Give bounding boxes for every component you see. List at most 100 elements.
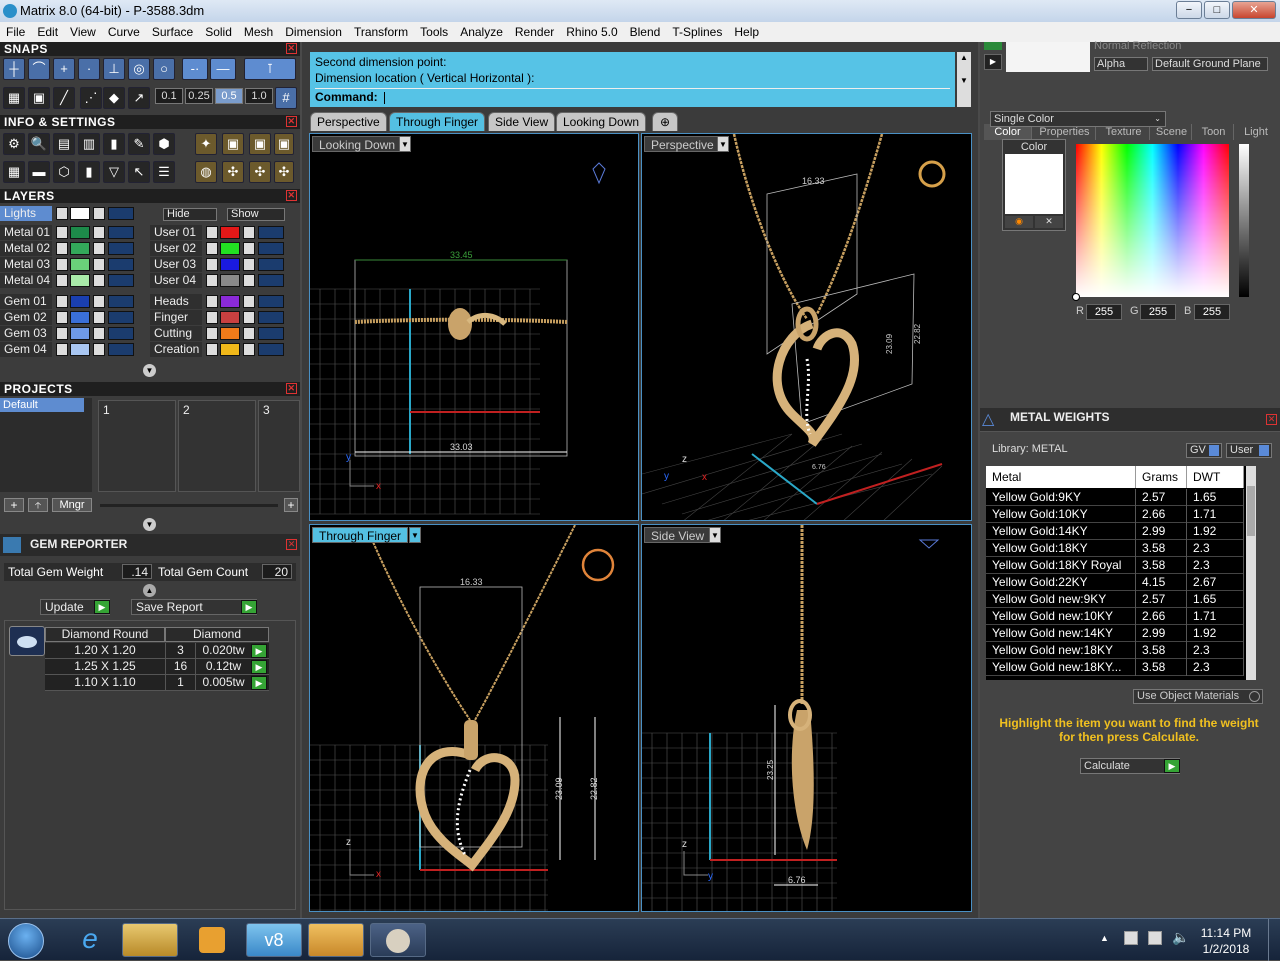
project-slot-2[interactable]: 2 (178, 400, 256, 492)
brightness-slider[interactable] (1239, 144, 1249, 297)
calculate-button[interactable]: Calculate ▶ (1080, 758, 1180, 774)
metal-row[interactable]: Yellow Gold:10KY 2.66 1.71 (986, 506, 1244, 523)
layer-visible-icon[interactable] (258, 327, 284, 340)
command-line[interactable]: Command: (315, 88, 950, 105)
project-manager-button[interactable]: Mngr (52, 498, 92, 512)
menu-file[interactable]: File (0, 22, 31, 42)
paint-icon[interactable] (370, 923, 426, 957)
col-grams[interactable]: Grams (1136, 466, 1187, 488)
menu-dimension[interactable]: Dimension (279, 22, 348, 42)
viewport-looking-down[interactable]: 33.45 33.03 y x Looking Down ▼ (309, 133, 639, 521)
metal-weights-scroll-thumb[interactable] (1247, 486, 1255, 536)
menu-solid[interactable]: Solid (199, 22, 238, 42)
project-add-button[interactable]: + (4, 498, 24, 512)
project-slot-1[interactable]: 1 (98, 400, 176, 492)
layers-close-icon[interactable]: ✕ (286, 190, 297, 201)
metal-row[interactable]: Yellow Gold:22KY 4.15 2.67 (986, 574, 1244, 591)
project-slider[interactable] (100, 504, 278, 507)
layer-color-swatch[interactable] (220, 274, 240, 287)
layer-play-icon[interactable] (206, 226, 218, 239)
save-report-button[interactable]: Save Report ▶ (131, 599, 257, 615)
layer-row[interactable]: Gem 04 (0, 342, 140, 357)
palette-icon[interactable]: ◉ (1005, 216, 1033, 228)
layer-visible-icon[interactable] (258, 226, 284, 239)
menu-analyze[interactable]: Analyze (454, 22, 509, 42)
r-input[interactable]: 255 (1086, 304, 1122, 320)
projects-collapse-icon[interactable]: ▼ (143, 518, 156, 531)
layer-color-swatch[interactable] (70, 343, 90, 356)
layer-visible-icon[interactable] (108, 327, 134, 340)
info-close-icon[interactable]: ✕ (286, 116, 297, 127)
tab-add-icon[interactable]: ⊕ (652, 112, 678, 131)
layer-visible-icon[interactable] (108, 226, 134, 239)
tab-through-finger[interactable]: Through Finger (389, 112, 486, 131)
layer-play-icon[interactable] (56, 327, 68, 340)
action-center-icon[interactable] (1124, 931, 1138, 945)
layer-row[interactable]: Metal 01 (0, 225, 140, 240)
project-default[interactable]: Default (0, 398, 84, 412)
purple-cube-icon[interactable]: ⬢ (153, 133, 175, 155)
list-icon[interactable]: ☰ (153, 161, 175, 183)
metal-row[interactable]: Yellow Gold new:9KY 2.57 1.65 (986, 591, 1244, 608)
zoom-icon[interactable]: 🔍 (28, 133, 50, 155)
network-icon[interactable] (1148, 931, 1162, 945)
layer-lock-icon[interactable] (93, 343, 105, 356)
layer-row[interactable]: Metal 02 (0, 241, 140, 256)
color-picker-spectrum[interactable] (1072, 144, 1229, 301)
layer-stack-icon[interactable]: ▤ (53, 133, 75, 155)
ring-tool-4-icon[interactable]: ✣ (274, 161, 294, 183)
metal-row[interactable]: Yellow Gold:18KY Royal 3.58 2.3 (986, 557, 1244, 574)
layer-visible-icon[interactable] (108, 242, 134, 255)
metal-row[interactable]: Yellow Gold new:10KY 2.66 1.71 (986, 608, 1244, 625)
pen-icon[interactable]: ╱ (53, 87, 75, 109)
layer-play-icon[interactable] (206, 258, 218, 271)
clock[interactable]: 11:14 PM 1/2/2018 (1196, 925, 1256, 957)
grid-icon[interactable]: ▦ (3, 87, 25, 109)
volume-icon[interactable]: 🔈 (1172, 929, 1189, 946)
shield-icon[interactable]: ⬡ (53, 161, 75, 183)
persp-dropdown-icon[interactable]: ▼ (717, 136, 729, 152)
box-icon[interactable]: ▥ (78, 133, 100, 155)
layer-color-swatch[interactable] (220, 295, 240, 308)
layer-visible-icon[interactable] (258, 295, 284, 308)
project-slot-3[interactable]: 3 (258, 400, 300, 492)
gem-row[interactable]: 1.20 X 1.20 3 0.020tw ▶ (45, 643, 269, 659)
snap-value-3[interactable]: 1.0 (245, 88, 273, 104)
layer-play-icon[interactable] (56, 242, 68, 255)
layer-play-icon[interactable] (56, 295, 68, 308)
tray-expand-icon[interactable]: ▲ (1100, 933, 1109, 943)
sv-dropdown-icon[interactable]: ▼ (709, 527, 721, 543)
gold-tool-icon[interactable]: ▣ (222, 133, 244, 155)
layer-color-swatch[interactable] (220, 242, 240, 255)
menu-view[interactable]: View (64, 22, 102, 42)
lights-play-icon[interactable] (56, 207, 68, 220)
tab-looking-down[interactable]: Looking Down (556, 112, 647, 131)
tab-perspective[interactable]: Perspective (310, 112, 387, 131)
internet-explorer-icon[interactable]: e (62, 923, 118, 957)
layer-visible-icon[interactable] (108, 274, 134, 287)
ring-tool-3-icon[interactable]: ✣ (249, 161, 271, 183)
snap-toggle-icon[interactable]: ⊺ (244, 58, 296, 80)
current-color-swatch[interactable] (1005, 154, 1063, 214)
lights-visible-icon[interactable] (108, 207, 134, 220)
metal-row[interactable]: Yellow Gold:18KY 3.58 2.3 (986, 540, 1244, 557)
viewport-side-view[interactable]: 23.25 6.76 z y Side View ▼ (641, 524, 972, 912)
cursor-icon[interactable]: ↖ (128, 161, 150, 183)
layer-lock-icon[interactable] (243, 311, 255, 324)
scroll-down-icon[interactable]: ▼ (957, 75, 971, 87)
snap-perp-icon[interactable]: ⊥ (103, 58, 125, 80)
layer-visible-icon[interactable] (258, 258, 284, 271)
layer-lock-icon[interactable] (93, 327, 105, 340)
g-input[interactable]: 255 (1140, 304, 1176, 320)
layer-row[interactable]: Cutting (150, 326, 290, 341)
reflection-select[interactable]: Normal Reflection (1094, 40, 1254, 52)
layer-row[interactable]: Finger (150, 310, 290, 325)
layer-color-swatch[interactable] (70, 258, 90, 271)
layer-lock-icon[interactable] (243, 242, 255, 255)
snap-grid-icon[interactable]: -· (182, 58, 208, 80)
tab-side-view[interactable]: Side View (488, 112, 556, 131)
menu-mesh[interactable]: Mesh (238, 22, 279, 42)
menu-surface[interactable]: Surface (146, 22, 199, 42)
layer-lock-icon[interactable] (93, 311, 105, 324)
snaps-close-icon[interactable]: ✕ (286, 43, 297, 54)
